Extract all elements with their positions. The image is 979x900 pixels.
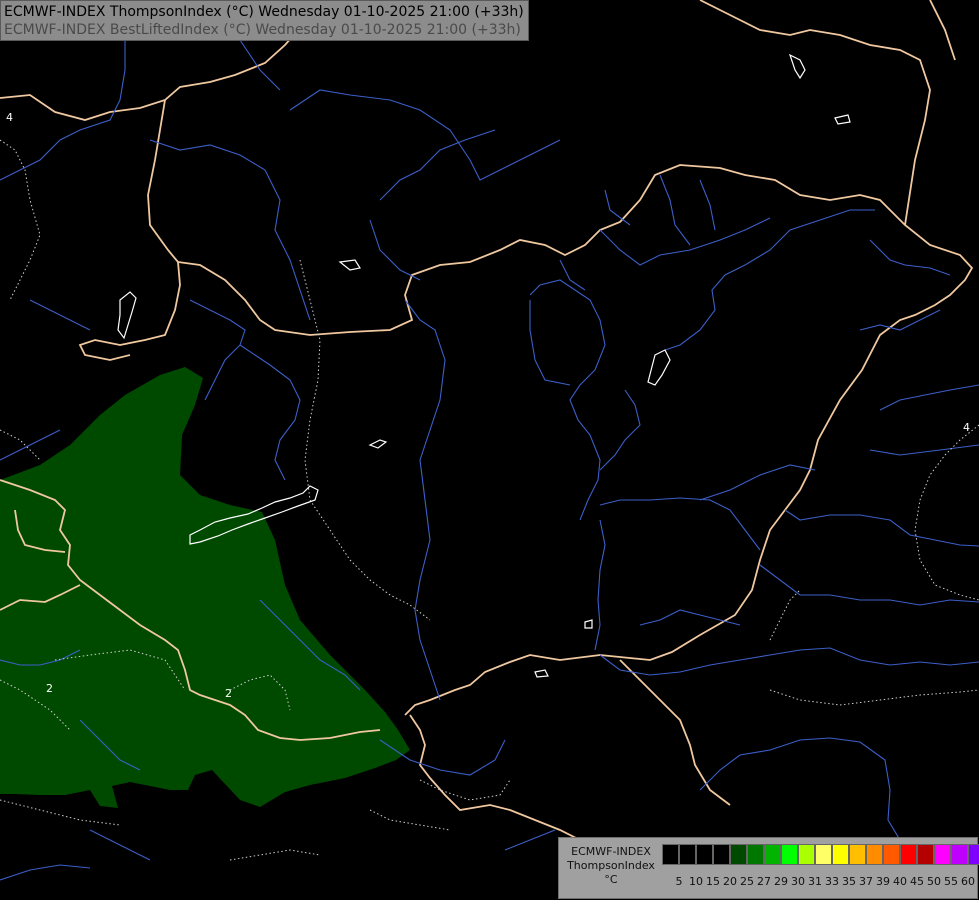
legend-model: ECMWF-INDEX xyxy=(571,845,651,858)
legend-swatch xyxy=(798,844,815,865)
legend-tick-label: 35 xyxy=(842,875,856,888)
legend-swatch xyxy=(968,844,979,865)
legend-unit: °C xyxy=(604,873,618,886)
legend-tick-label: 37 xyxy=(859,875,873,888)
title-primary: ECMWF-INDEX ThompsonIndex (°C) Wednesday… xyxy=(4,4,524,20)
legend-swatch xyxy=(866,844,883,865)
legend-swatch xyxy=(832,844,849,865)
legend-tick-label: 27 xyxy=(757,875,771,888)
map-title-box: ECMWF-INDEX ThompsonIndex (°C) Wednesday… xyxy=(0,0,529,41)
legend-tick-label: 39 xyxy=(876,875,890,888)
legend-tick-label: 45 xyxy=(910,875,924,888)
contour-label: 4 xyxy=(963,421,970,434)
legend-tick-label: 50 xyxy=(927,875,941,888)
legend-swatch xyxy=(764,844,781,865)
legend-tick-label: 60 xyxy=(961,875,975,888)
legend-label: ECMWF-INDEX ThompsonIndex °C xyxy=(561,845,661,887)
legend-swatch xyxy=(730,844,747,865)
legend-ticks: 5 10 15 20 25 27 29 30 31 33 35 37 39 40 45 50 55 60 xyxy=(662,875,976,889)
contour-label: 2 xyxy=(46,682,53,695)
legend-tick-label: 30 xyxy=(791,875,805,888)
legend-swatch xyxy=(934,844,951,865)
title-secondary: ECMWF-INDEX BestLiftedIndex (°C) Wednesd… xyxy=(4,22,521,38)
legend-swatch xyxy=(900,844,917,865)
contour-label: 2 xyxy=(225,687,232,700)
legend-swatch xyxy=(781,844,798,865)
color-legend: ECMWF-INDEX ThompsonIndex °C 5 10 15 20 25 27… xyxy=(558,837,979,899)
legend-swatch xyxy=(815,844,832,865)
legend-tick-label: 15 xyxy=(706,875,720,888)
legend-swatch xyxy=(883,844,900,865)
legend-swatch xyxy=(696,844,713,865)
legend-tick-label: 55 xyxy=(944,875,958,888)
legend-swatch xyxy=(917,844,934,865)
legend-tick-label: 40 xyxy=(893,875,907,888)
legend-swatches xyxy=(662,844,979,865)
legend-tick-label: 5 xyxy=(675,875,683,888)
legend-swatch xyxy=(713,844,730,865)
legend-tick-label: 31 xyxy=(808,875,822,888)
legend-tick-label: 33 xyxy=(825,875,839,888)
legend-swatch xyxy=(679,844,696,865)
legend-tick-label: 20 xyxy=(723,875,737,888)
contour-label: 4 xyxy=(6,111,13,124)
legend-tick-label: 29 xyxy=(774,875,788,888)
legend-tick-label: 25 xyxy=(740,875,754,888)
legend-tick-label: 10 xyxy=(689,875,703,888)
legend-swatch xyxy=(662,844,679,865)
legend-parameter: ThompsonIndex xyxy=(567,859,655,872)
weather-map: 4 4 2 2 xyxy=(0,0,979,900)
legend-swatch xyxy=(849,844,866,865)
legend-swatch xyxy=(951,844,968,865)
legend-swatch xyxy=(747,844,764,865)
